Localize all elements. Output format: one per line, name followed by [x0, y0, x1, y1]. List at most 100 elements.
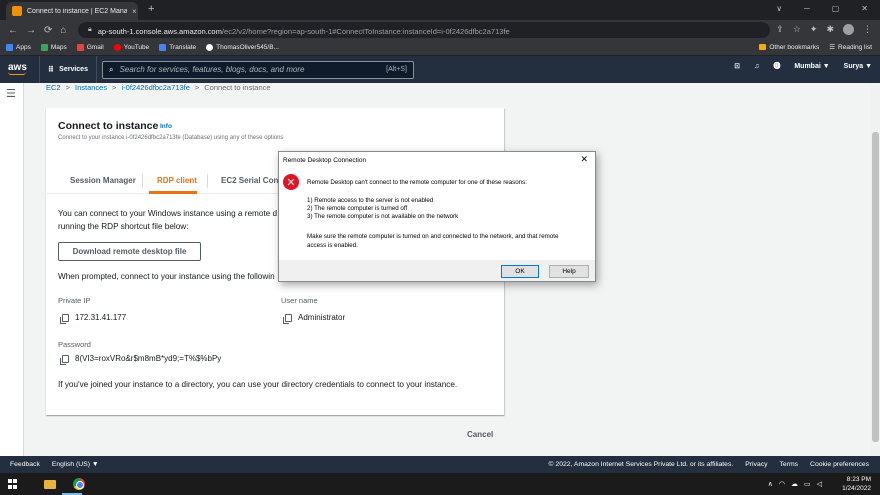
- download-remote-desktop-file-button[interactable]: Download remote desktop file: [58, 242, 201, 261]
- extension-icon[interactable]: ✦: [810, 24, 818, 35]
- bookmark-translate[interactable]: Translate: [159, 44, 196, 51]
- password-value: 8(VI3=roxVRo&r$m8mB*yd9;=T%$%bPy: [60, 354, 221, 365]
- info-link[interactable]: Info: [160, 123, 172, 130]
- breadcrumb-current: Connect to instance: [204, 83, 271, 92]
- chrome-icon[interactable]: [73, 478, 85, 490]
- breadcrumb: EC2 > Instances > i-0f2426dfbc2a713fe > …: [46, 83, 271, 92]
- tab-divider: [207, 174, 208, 188]
- breadcrumb-separator: >: [112, 83, 117, 92]
- forward-arrow-icon[interactable]: →: [26, 25, 36, 36]
- scrollbar-thumb[interactable]: [872, 132, 879, 442]
- windows-start-icon[interactable]: [8, 479, 18, 489]
- battery-icon[interactable]: ▭: [804, 480, 811, 488]
- share-icon[interactable]: ⇪: [776, 24, 784, 35]
- browser-nav-bar: ← → ⟳ ⌂ 🔒︎ ap-south-1.console.aws.amazon…: [0, 20, 880, 40]
- dialog-close-icon[interactable]: ✕: [580, 154, 588, 165]
- terms-link[interactable]: Terms: [780, 461, 799, 468]
- bookmark-github[interactable]: ThomasOliver545/B...: [206, 44, 279, 51]
- breadcrumb-ec2[interactable]: EC2: [46, 83, 61, 92]
- profile-avatar-icon[interactable]: [843, 24, 854, 35]
- menu-dots-icon[interactable]: ⋮: [863, 24, 872, 35]
- url-host: ap-south-1.console.aws.amazon.com: [97, 27, 222, 36]
- minimize-icon[interactable]: ─: [804, 4, 810, 13]
- reload-icon[interactable]: ⟳: [44, 25, 52, 36]
- folder-icon: [759, 44, 767, 50]
- tray-chevron-icon[interactable]: ∧: [768, 480, 773, 488]
- active-tab-indicator: [149, 191, 197, 194]
- bookmark-youtube[interactable]: YouTube: [113, 44, 149, 51]
- dialog-content: ✕ Remote Desktop can't connect to the re…: [279, 168, 595, 260]
- help-circle-icon[interactable]: ⓿: [773, 61, 780, 71]
- cancel-button[interactable]: Cancel: [467, 430, 493, 439]
- rdp-description-line2: running the RDP shortcut file below:: [58, 222, 189, 231]
- windows-taskbar: [0, 473, 880, 495]
- browser-toolbar-icons: ⇪ ☆ ✦ ✱ ⋮: [776, 24, 872, 35]
- copy-icon[interactable]: [283, 313, 292, 324]
- region-selector[interactable]: Mumbai ▼: [794, 63, 829, 70]
- copy-icon[interactable]: [60, 313, 69, 324]
- puzzle-icon[interactable]: ✱: [826, 24, 834, 35]
- browser-tab[interactable]: Connect to instance | EC2 Manag ×: [6, 2, 138, 20]
- file-explorer-icon[interactable]: [44, 479, 56, 489]
- username-label: User name: [281, 296, 318, 305]
- grid-icon: ⠿: [47, 65, 55, 74]
- copy-icon[interactable]: [60, 354, 69, 365]
- help-button[interactable]: Help: [549, 265, 589, 278]
- page-title: Connect to instance: [58, 120, 159, 132]
- services-menu[interactable]: ⠿ Services: [38, 56, 97, 83]
- breadcrumb-instances[interactable]: Instances: [75, 83, 107, 92]
- bookmark-apps[interactable]: Apps: [6, 44, 31, 51]
- bookmark-star-icon[interactable]: ☆: [793, 24, 801, 35]
- tab-close-icon[interactable]: ×: [132, 7, 137, 16]
- side-nav-rail: ☰: [0, 83, 24, 456]
- window-controls: ∨ ─ ▢ ✕: [776, 4, 868, 13]
- close-window-icon[interactable]: ✕: [861, 4, 868, 13]
- bookmark-maps[interactable]: Maps: [40, 44, 67, 51]
- aws-logo[interactable]: aws: [8, 63, 27, 75]
- rdp-description-line1: You can connect to your Windows instance…: [58, 209, 278, 218]
- tab-search-icon[interactable]: ∨: [776, 4, 782, 13]
- tab-session-manager[interactable]: Session Manager: [70, 176, 136, 185]
- ok-button[interactable]: OK: [501, 265, 539, 278]
- dialog-message: Remote Desktop can't connect to the remo…: [307, 179, 527, 186]
- tab-divider: [142, 174, 143, 188]
- gmail-icon: [76, 44, 84, 51]
- system-tray: ∧ ◠ ☁ ▭ ◁: [768, 480, 822, 488]
- notifications-bell-icon[interactable]: ♫: [754, 63, 759, 70]
- cloudshell-icon[interactable]: ⊡: [734, 62, 740, 70]
- wifi-icon[interactable]: ◠: [779, 480, 785, 488]
- new-tab-button[interactable]: +: [148, 3, 154, 15]
- search-placeholder: Search for services, features, blogs, do…: [119, 65, 305, 74]
- search-shortcut: [Alt+S]: [386, 66, 407, 73]
- dialog-reason-1: 1) Remote access to the server is not en…: [307, 197, 434, 204]
- cookie-preferences-link[interactable]: Cookie preferences: [810, 461, 869, 468]
- maximize-icon[interactable]: ▢: [832, 4, 840, 13]
- taskbar-clock[interactable]: 8:23 PM 1/24/2022: [842, 475, 871, 493]
- reading-list[interactable]: ☰ Reading list: [829, 43, 872, 52]
- cloud-icon[interactable]: ☁: [791, 480, 798, 488]
- card-subtitle: Connect to your instance i-0f2426dfbc2a7…: [58, 135, 284, 141]
- tab-title: Connect to instance | EC2 Manag: [27, 7, 127, 15]
- copyright-text: © 2022, Amazon Internet Services Private…: [548, 461, 734, 468]
- hamburger-menu-icon[interactable]: ☰: [6, 87, 16, 100]
- tab-ec2-serial-console[interactable]: EC2 Serial Cons: [221, 176, 283, 185]
- feedback-link[interactable]: Feedback: [10, 461, 40, 468]
- breadcrumb-instance-id[interactable]: i-0f2426dfbc2a713fe: [121, 83, 189, 92]
- clock-time: 8:23 PM: [846, 476, 871, 483]
- home-icon[interactable]: ⌂: [60, 25, 66, 36]
- language-selector[interactable]: English (US) ▼: [52, 461, 99, 468]
- bookmarks-right: Other bookmarks ☰ Reading list: [759, 43, 872, 51]
- dialog-title: Remote Desktop Connection: [283, 156, 367, 164]
- github-icon: [206, 44, 214, 51]
- bookmark-gmail[interactable]: Gmail: [76, 44, 104, 51]
- address-bar[interactable]: 🔒︎ ap-south-1.console.aws.amazon.com/ec2…: [78, 22, 770, 38]
- aws-search-input[interactable]: ⌕ Search for services, features, blogs, …: [101, 60, 414, 79]
- account-menu[interactable]: Surya ▼: [844, 63, 872, 70]
- dialog-titlebar[interactable]: Remote Desktop Connection ✕: [279, 152, 595, 168]
- breadcrumb-separator: >: [194, 83, 200, 92]
- volume-icon[interactable]: ◁: [817, 480, 822, 488]
- back-arrow-icon[interactable]: ←: [8, 25, 18, 36]
- tab-rdp-client[interactable]: RDP client: [157, 176, 197, 185]
- other-bookmarks[interactable]: Other bookmarks: [759, 43, 819, 51]
- privacy-link[interactable]: Privacy: [745, 461, 767, 468]
